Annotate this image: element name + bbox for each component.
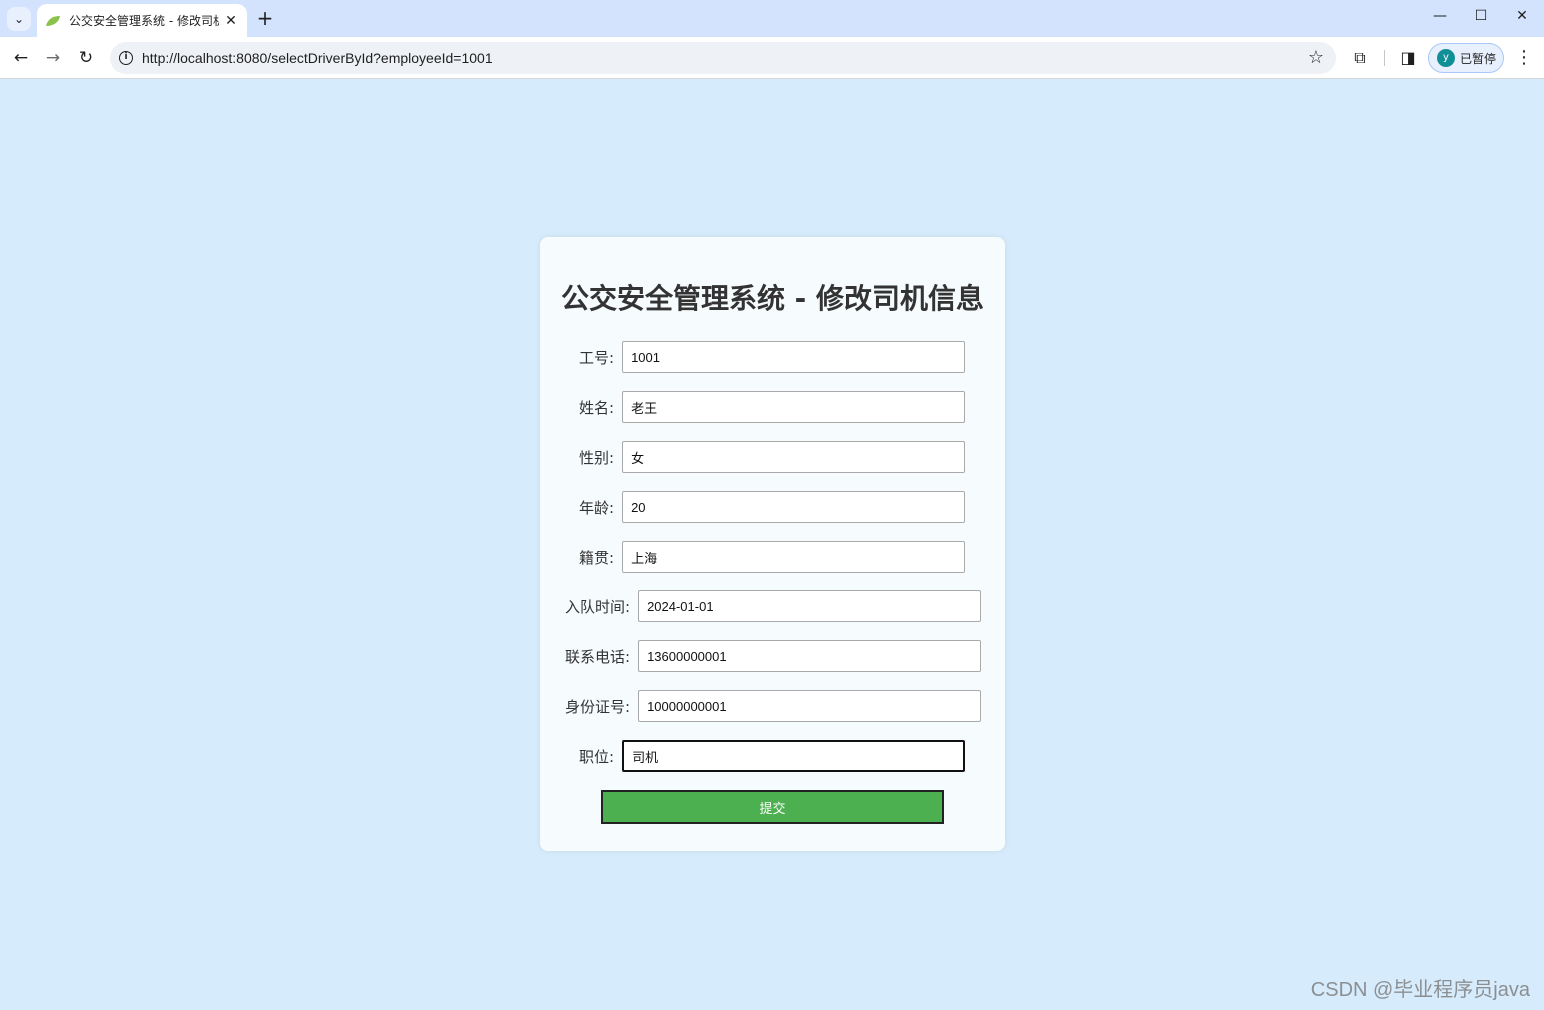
arrow-left-icon: ←: [13, 48, 29, 68]
field-position: 职位:: [579, 740, 966, 772]
avatar: y: [1437, 49, 1455, 67]
tab-title: 公交安全管理系统 - 修改司机信: [69, 14, 219, 28]
field-gender: 性别:: [579, 441, 966, 473]
new-tab-button[interactable]: +: [254, 8, 276, 30]
employee-id-input[interactable]: [622, 341, 966, 373]
url-text[interactable]: http://localhost:8080/selectDriverById?e…: [142, 50, 493, 66]
reload-icon: ↻: [78, 48, 94, 68]
side-panel-button[interactable]: ◨: [1396, 46, 1420, 70]
leaf-icon: [46, 15, 60, 26]
info-icon[interactable]: i: [119, 51, 133, 65]
edit-driver-form: 公交安全管理系统 - 修改司机信息 工号: 姓名: 性别: 年龄: 籍贯: 入队…: [540, 237, 1005, 851]
hometown-input[interactable]: [622, 541, 966, 573]
field-label: 姓名:: [579, 398, 615, 417]
field-id-number: 身份证号:: [565, 690, 982, 722]
browser-tab[interactable]: 公交安全管理系统 - 修改司机信 ✕: [37, 4, 247, 37]
reload-button[interactable]: ↻: [74, 46, 98, 70]
puzzle-icon: ⧉: [1354, 48, 1366, 67]
field-employee-id: 工号:: [579, 341, 966, 373]
tab-close-icon[interactable]: ✕: [223, 13, 239, 29]
kebab-menu-icon[interactable]: ⋮: [1514, 46, 1534, 70]
field-name: 姓名:: [579, 391, 966, 423]
forward-button[interactable]: →: [41, 46, 65, 70]
field-hometown: 籍贯:: [579, 541, 966, 573]
profile-status: 已暂停: [1460, 51, 1497, 66]
arrow-right-icon: →: [45, 48, 61, 68]
side-panel-icon: ◨: [1400, 48, 1416, 67]
star-icon[interactable]: ☆: [1308, 47, 1324, 68]
tab-search-button[interactable]: ⌄: [7, 7, 31, 31]
tab-bar: ⌄ 公交安全管理系统 - 修改司机信 ✕ + — ☐ ✕: [0, 0, 1544, 37]
age-input[interactable]: [622, 491, 966, 523]
minimize-button[interactable]: —: [1420, 8, 1460, 28]
page-title: 公交安全管理系统 - 修改司机信息: [560, 282, 985, 315]
profile-button[interactable]: y 已暂停: [1428, 43, 1504, 73]
browser-toolbar: ← → ↻ i http://localhost:8080/selectDriv…: [0, 37, 1544, 79]
field-label: 工号:: [579, 348, 615, 367]
extensions-button[interactable]: ⧉: [1348, 46, 1372, 70]
maximize-button[interactable]: ☐: [1461, 8, 1501, 28]
field-label: 籍贯:: [579, 548, 615, 567]
field-join-date: 入队时间:: [565, 590, 982, 622]
close-window-button[interactable]: ✕: [1502, 8, 1542, 28]
field-age: 年龄:: [579, 491, 966, 523]
name-input[interactable]: [622, 391, 966, 423]
field-label: 职位:: [579, 747, 615, 766]
back-button[interactable]: ←: [9, 46, 33, 70]
id-number-input[interactable]: [638, 690, 982, 722]
field-label: 联系电话:: [565, 647, 631, 666]
submit-button[interactable]: 提交: [601, 790, 944, 824]
position-input[interactable]: [622, 740, 966, 772]
field-label: 性别:: [579, 448, 615, 467]
toolbar-divider: [1384, 50, 1385, 66]
address-bar[interactable]: i http://localhost:8080/selectDriverById…: [110, 42, 1336, 74]
gender-input[interactable]: [622, 441, 966, 473]
watermark: CSDN @毕业程序员java: [1310, 979, 1530, 1001]
phone-input[interactable]: [638, 640, 982, 672]
field-phone: 联系电话:: [565, 640, 982, 672]
field-label: 入队时间:: [565, 597, 631, 616]
field-label: 身份证号:: [565, 697, 631, 716]
field-label: 年龄:: [579, 498, 615, 517]
chevron-down-icon: ⌄: [13, 12, 25, 26]
join-date-input[interactable]: [638, 590, 982, 622]
